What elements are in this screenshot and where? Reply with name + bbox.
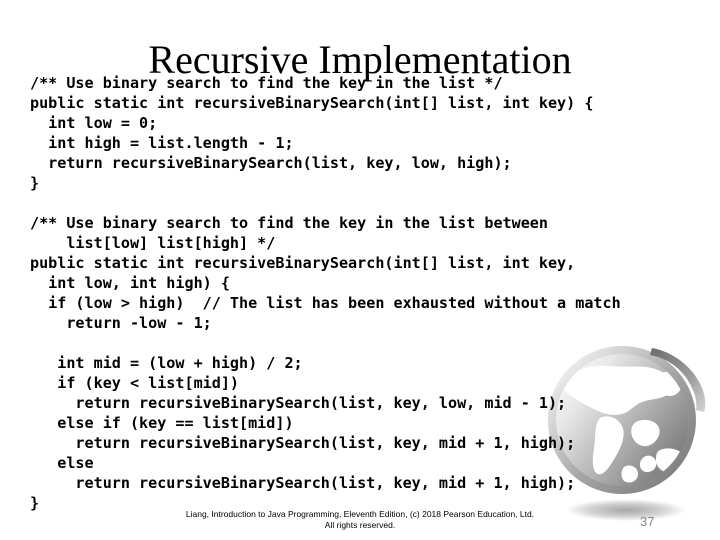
code-line: return recursiveBinarySearch(list, key, …	[30, 474, 576, 492]
code-line: public static int recursiveBinarySearch(…	[30, 94, 594, 112]
code-line: }	[30, 174, 40, 192]
code-line: /** Use binary search to find the key in…	[30, 214, 548, 232]
code-line: return recursiveBinarySearch(list, key, …	[30, 394, 567, 412]
code-line: public static int recursiveBinarySearch(…	[30, 254, 576, 272]
code-line: int mid = (low + high) / 2;	[30, 354, 303, 372]
footer-attribution: Liang, Introduction to Java Programming,…	[0, 509, 720, 531]
code-line: int high = list.length - 1;	[30, 134, 294, 152]
code-line: int low, int high) {	[30, 274, 230, 292]
code-line: else if (key == list[mid])	[30, 414, 294, 432]
code-line: if (key < list[mid])	[30, 374, 240, 392]
footer-line-1: Liang, Introduction to Java Programming,…	[185, 509, 535, 519]
code-line: /** Use binary search to find the key in…	[30, 74, 503, 92]
code-line: return recursiveBinarySearch(list, key, …	[30, 154, 512, 172]
code-line: if (low > high) // The list has been exh…	[30, 294, 621, 312]
code-line: list[low] list[high] */	[30, 234, 276, 252]
page-number: 37	[640, 514, 655, 529]
code-line: return recursiveBinarySearch(list, key, …	[30, 434, 576, 452]
code-block: /** Use binary search to find the key in…	[30, 73, 702, 513]
footer-line-2: All rights reserved.	[324, 520, 396, 530]
code-line: return -low - 1;	[30, 314, 212, 332]
code-line: else	[30, 454, 94, 472]
code-line: int low = 0;	[30, 114, 158, 132]
slide-canvas: Recursive Implementation /** Use binary …	[0, 0, 720, 540]
